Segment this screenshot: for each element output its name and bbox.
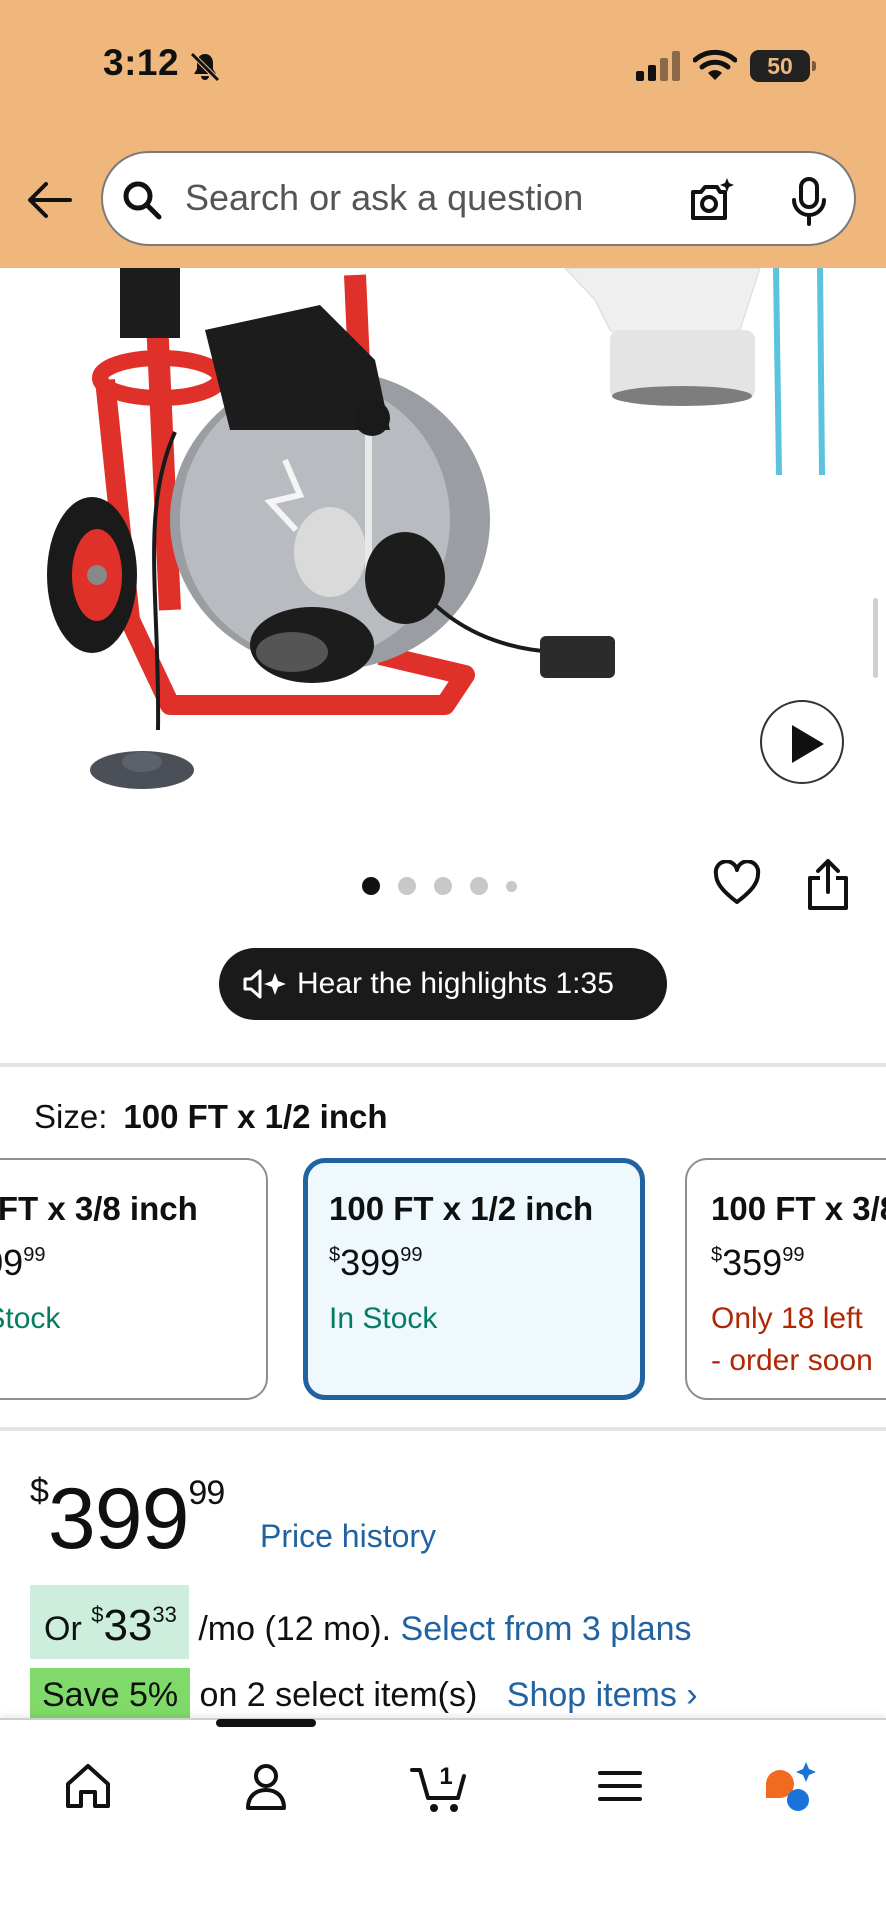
- size-option-stock: In Stock: [329, 1302, 438, 1335]
- page-dot[interactable]: [362, 877, 380, 895]
- cart-count: 1: [439, 1763, 452, 1790]
- hear-highlights-label: Hear the highlights 1:35: [297, 967, 614, 1000]
- home-icon[interactable]: [58, 1756, 118, 1816]
- size-option-card[interactable]: 100 FT x 3/8 inch $35999 Only 18 left- o…: [685, 1158, 886, 1400]
- monthly-amount: Or $3333: [30, 1585, 189, 1659]
- account-icon[interactable]: [236, 1756, 296, 1816]
- play-video-button[interactable]: [760, 700, 844, 784]
- bottom-navigation: 1: [0, 1718, 886, 1920]
- gallery-scrollbar: [873, 598, 878, 678]
- product-price: $39999: [30, 1471, 225, 1567]
- product-image: [0, 268, 886, 798]
- search-input[interactable]: Search or ask a question: [185, 177, 583, 219]
- size-option-title: 100 FT x 1/2 inch: [329, 1190, 594, 1227]
- page-dot[interactable]: [470, 877, 488, 895]
- play-icon: [792, 725, 824, 763]
- size-options: 75 FT x 3/8 inch $30999 In Stock 100 FT …: [0, 1158, 886, 1402]
- selected-size: 100 FT x 1/2 inch: [123, 1098, 388, 1135]
- section-divider: [0, 1427, 886, 1431]
- menu-icon[interactable]: [590, 1756, 650, 1816]
- search-icon: [123, 181, 162, 220]
- microphone-icon[interactable]: [789, 176, 829, 226]
- hear-highlights-button[interactable]: Hear the highlights 1:35: [219, 948, 667, 1020]
- size-label: Size:: [34, 1098, 108, 1135]
- wifi-icon: [693, 49, 737, 80]
- savings-promo: Save 5% on 2 select item(s) Shop items ›: [30, 1668, 698, 1722]
- size-option-price: $30999: [0, 1242, 46, 1283]
- promo-text: on 2 select item(s): [199, 1676, 478, 1714]
- size-option-price: $35999: [711, 1242, 805, 1283]
- share-icon[interactable]: [806, 858, 850, 910]
- back-arrow-icon[interactable]: [26, 180, 72, 220]
- speaker-sparkle-icon: [243, 969, 286, 999]
- heart-icon[interactable]: [713, 860, 761, 906]
- size-option-title: 75 FT x 3/8 inch: [0, 1190, 198, 1227]
- status-time: 3:12: [103, 42, 180, 83]
- page-dot[interactable]: [506, 880, 517, 892]
- rufus-ai-icon[interactable]: [760, 1756, 820, 1816]
- monthly-terms: /mo (12 mo).: [198, 1610, 392, 1648]
- size-selector-label: Size: 100 FT x 1/2 inch: [34, 1098, 388, 1136]
- camera-search-icon[interactable]: [687, 176, 737, 226]
- size-option-stock: In Stock: [0, 1302, 61, 1335]
- cellular-signal-icon: [636, 51, 680, 81]
- status-bar: 3:12 50: [0, 0, 886, 130]
- size-option-title: 100 FT x 3/8 inch: [711, 1190, 886, 1227]
- section-divider: [0, 1063, 886, 1067]
- page-dot[interactable]: [398, 877, 416, 895]
- header: 3:12 50 Search or ask a question: [0, 0, 886, 268]
- search-bar[interactable]: Search or ask a question: [101, 151, 856, 246]
- size-option-price: $39999: [329, 1242, 423, 1283]
- app: 3:12 50 Search or ask a question Hear th…: [0, 0, 886, 1920]
- select-plans-link[interactable]: Select from 3 plans: [401, 1610, 692, 1648]
- battery-icon: 50: [750, 50, 816, 82]
- save-badge: Save 5%: [30, 1668, 191, 1722]
- size-option-stock: Only 18 left - order soon: [711, 1302, 873, 1377]
- price-history-link[interactable]: Price history: [260, 1518, 436, 1555]
- size-option-card[interactable]: 75 FT x 3/8 inch $30999 In Stock: [0, 1158, 268, 1400]
- product-image-gallery[interactable]: [0, 268, 886, 798]
- shop-items-link[interactable]: Shop items ›: [507, 1676, 698, 1714]
- page-dot[interactable]: [434, 877, 452, 895]
- cart-icon[interactable]: 1: [410, 1756, 470, 1816]
- monthly-payment: Or $3333 /mo (12 mo). Select from 3 plan…: [30, 1585, 692, 1659]
- size-option-card-selected[interactable]: 100 FT x 1/2 inch $39999 In Stock: [303, 1158, 645, 1400]
- gallery-pagination[interactable]: [362, 876, 517, 896]
- silent-bell-icon: [190, 52, 220, 82]
- sheet-handle[interactable]: [216, 1719, 316, 1727]
